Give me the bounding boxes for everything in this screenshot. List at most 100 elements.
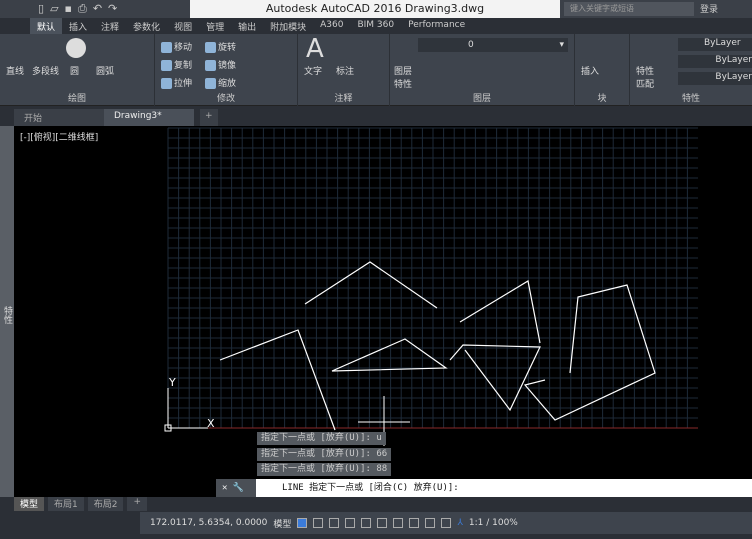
linetype-dropdown[interactable]: ByLayer [678, 55, 752, 68]
new-tab-button[interactable]: + [200, 109, 218, 126]
status-bar: 172.0117, 5.6354, 0.0000 模型 ⅄ 1:1 / 100% [140, 512, 752, 534]
layer-properties-button[interactable]: 图层特性 [394, 64, 414, 90]
modify-panel: 移动 旋转 复制 镜像 拉伸 缩放 修改 [155, 34, 298, 106]
x-axis-label: X [207, 417, 215, 430]
text-icon: A [306, 34, 324, 64]
color-dropdown[interactable]: ByLayer [678, 38, 752, 51]
tab-addins[interactable]: 附加模块 [263, 18, 313, 34]
text-button[interactable]: 文字 [304, 64, 322, 77]
properties-panel-title[interactable]: 特性 [630, 91, 752, 104]
arc-button[interactable]: 圆弧 [96, 64, 114, 77]
redo-icon[interactable]: ↷ [108, 2, 117, 16]
circle-icon [66, 38, 86, 58]
add-layout-button[interactable]: + [127, 497, 148, 511]
transparency-icon[interactable] [393, 518, 404, 528]
dynamic-input-history: 指定下一点或 [放弃(U)]: 88 [257, 463, 392, 476]
login-button[interactable]: 登录 [700, 2, 718, 15]
copy-label: 复制 [174, 61, 193, 71]
coordinates-readout: 172.0117, 5.6354, 0.0000 [150, 518, 268, 528]
tab-drawing3[interactable]: Drawing3* [104, 109, 194, 126]
copy-button[interactable]: 复制 [161, 58, 192, 71]
tab-output[interactable]: 输出 [231, 18, 263, 34]
lineweight-dropdown[interactable]: ByLayer [678, 72, 752, 85]
block-panel: 插入 块 [575, 34, 630, 106]
annotation-panel-title[interactable]: 注释 [298, 91, 389, 104]
dimension-button[interactable]: 标注 [336, 64, 354, 77]
command-prompt: LINE 指定下一点或 [闭合(C) 放弃(U)]: [282, 483, 459, 493]
isolate-objects-icon[interactable] [441, 518, 452, 528]
tab-start[interactable]: 开始 [14, 109, 104, 126]
grid-icon[interactable] [297, 518, 308, 528]
move-label: 移动 [174, 43, 193, 53]
layer-dropdown[interactable]: 0 ▾ [418, 38, 568, 52]
tab-a360[interactable]: A360 [313, 18, 350, 34]
mirror-button[interactable]: 镜像 [205, 58, 236, 71]
selection-cycling-icon[interactable] [409, 518, 420, 528]
properties-palette-collapsed[interactable]: 特性 [0, 126, 14, 497]
undo-icon[interactable]: ↶ [93, 2, 102, 16]
print-icon[interactable]: ⎙ [78, 2, 87, 16]
rotate-button[interactable]: 旋转 [205, 40, 236, 53]
line-entity [304, 261, 438, 309]
close-icon[interactable]: ✕ [222, 483, 227, 493]
line-entity [523, 284, 656, 421]
stretch-button[interactable]: 拉伸 [161, 76, 192, 89]
circle-button[interactable]: 圆 [70, 64, 79, 77]
command-line[interactable]: ✕ 🔧 LINE 指定下一点或 [闭合(C) 放弃(U)]: [216, 479, 752, 497]
tab-model[interactable]: 模型 [14, 497, 45, 511]
line-button[interactable]: 直线 [6, 64, 24, 77]
line-entity [219, 329, 336, 431]
annotation-scale-icon[interactable]: ⅄ [457, 518, 463, 528]
modify-panel-title[interactable]: 修改 [155, 91, 297, 104]
move-button[interactable]: 移动 [161, 40, 192, 53]
lineweight-icon[interactable] [377, 518, 388, 528]
block-panel-title[interactable]: 块 [575, 91, 629, 104]
draw-panel-title[interactable]: 绘图 [0, 91, 154, 104]
insert-button[interactable]: 插入 [581, 64, 599, 77]
ortho-icon[interactable] [329, 518, 340, 528]
tab-bim360[interactable]: BIM 360 [350, 18, 401, 34]
tab-manage[interactable]: 管理 [199, 18, 231, 34]
wrench-icon[interactable]: 🔧 [233, 483, 244, 493]
chevron-down-icon: ▾ [559, 40, 564, 50]
match-properties-button[interactable]: 特性匹配 [636, 64, 658, 90]
tab-annotate[interactable]: 注释 [94, 18, 126, 34]
drawn-lines [219, 261, 656, 431]
viewport-controls[interactable]: [-][俯视][二维线框] [20, 130, 98, 143]
model-space-button[interactable]: 模型 [273, 517, 291, 530]
tab-performance[interactable]: Performance [401, 18, 472, 34]
properties-panel: 特性匹配 ByLayer ByLayer ByLayer 特性 [630, 34, 752, 106]
layers-panel-title[interactable]: 图层 [390, 91, 574, 104]
tab-layout1[interactable]: 布局1 [48, 497, 84, 511]
command-line-controls: ✕ 🔧 [216, 479, 256, 497]
scale-label: 缩放 [218, 79, 237, 89]
window-title: Autodesk AutoCAD 2016 Drawing3.dwg [190, 0, 560, 18]
polar-icon[interactable] [345, 518, 356, 528]
tab-insert[interactable]: 插入 [62, 18, 94, 34]
mirror-label: 镜像 [218, 61, 237, 71]
save-icon[interactable]: ▪ [65, 2, 72, 16]
open-icon[interactable]: ▱ [50, 2, 58, 16]
document-tabs: 开始 Drawing3* + [0, 106, 752, 126]
stretch-label: 拉伸 [174, 79, 193, 89]
layout-tabs: 模型 布局1 布局2 + [0, 497, 752, 511]
osnap-icon[interactable] [361, 518, 372, 528]
tab-default[interactable]: 默认 [30, 18, 63, 34]
snap-icon[interactable] [313, 518, 324, 528]
properties-label: 特性 [2, 306, 12, 324]
tab-parametric[interactable]: 参数化 [126, 18, 167, 34]
current-layer: 0 [468, 40, 474, 50]
search-input[interactable]: 键入关键字或短语 [564, 2, 694, 16]
tab-layout2[interactable]: 布局2 [87, 497, 124, 511]
annotation-monitor-icon[interactable] [425, 518, 436, 528]
ribbon: 直线 多段线 圆 圆弧 绘图 移动 旋转 复制 镜像 拉伸 缩放 修改 A 文字… [0, 34, 752, 106]
line-entity [331, 338, 448, 372]
scale-button[interactable]: 缩放 [205, 76, 236, 89]
new-icon[interactable]: ▯ [38, 2, 44, 16]
annotation-scale[interactable]: 1:1 / 100% [469, 518, 518, 528]
ribbon-tabs: 默认 插入 注释 参数化 视图 管理 输出 附加模块 A360 BIM 360 … [30, 18, 472, 34]
tab-view[interactable]: 视图 [167, 18, 199, 34]
grid [167, 127, 698, 429]
polyline-button[interactable]: 多段线 [32, 64, 59, 77]
dynamic-input-history: 指定下一点或 [放弃(U)]: u [257, 432, 386, 445]
